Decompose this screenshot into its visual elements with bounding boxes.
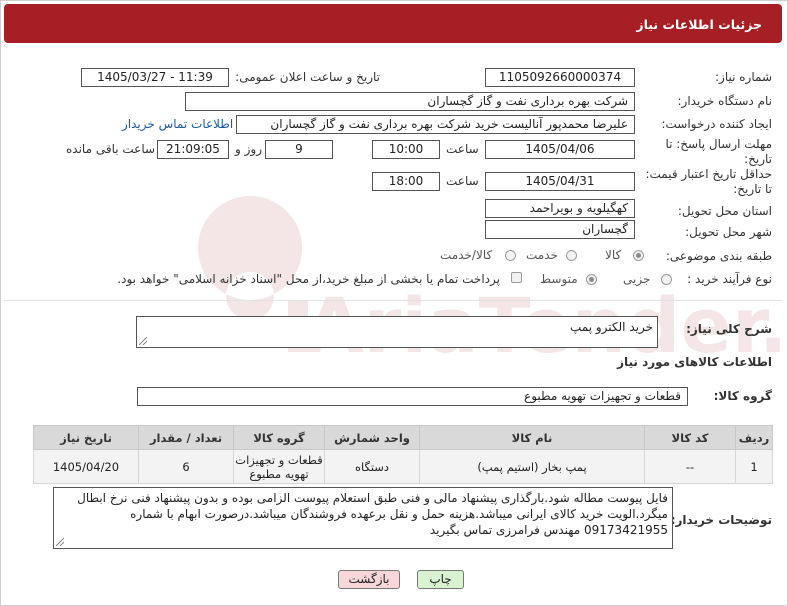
purchase-option-minor: جزیی	[623, 272, 651, 286]
category-radio-goods[interactable]	[633, 250, 644, 261]
resize-grip-icon[interactable]	[56, 538, 64, 546]
remaining-hours-label: ساعت باقی مانده	[66, 142, 156, 156]
treasury-payment-checkbox[interactable]	[511, 272, 522, 283]
announce-datetime-field: 1405/03/27 - 11:39	[81, 68, 229, 87]
col-date-header: تاریخ نیاز	[33, 425, 139, 450]
table-row: 1 -- پمپ بخار (استیم پمپ) دستگاه قطعات و…	[33, 449, 773, 484]
buyer-notes-textarea[interactable]: فایل پیوست مطاله شود.بارگذاری پیشنهاد ما…	[53, 487, 673, 549]
table-header-row: ردیف کد کالا نام کالا واحد شمارش گروه کا…	[33, 425, 773, 450]
purchase-option-medium: متوسط	[540, 272, 578, 286]
need-number-field: 1105092660000374	[485, 68, 635, 87]
reply-time-label: ساعت	[446, 142, 479, 156]
category-radio-goods-service[interactable]	[505, 250, 516, 261]
buyer-notes-text: فایل پیوست مطاله شود.بارگذاری پیشنهاد ما…	[77, 491, 668, 537]
province-label: استان محل تحویل:	[677, 204, 772, 218]
back-button[interactable]: بازگشت	[338, 570, 400, 589]
page-header: جزئیات اطلاعات نیاز	[4, 4, 782, 43]
creator-field: علیرضا محمدپور آنالیست خرید شرکت بهره بر…	[236, 115, 635, 134]
col-group-header: گروه کالا	[233, 425, 325, 450]
items-table: ردیف کد کالا نام کالا واحد شمارش گروه کا…	[33, 425, 773, 484]
cell-name: پمپ بخار (استیم پمپ)	[419, 449, 645, 484]
cell-date: 1405/04/20	[33, 449, 139, 484]
resize-grip-icon[interactable]	[139, 337, 147, 345]
buyer-notes-label: توضیحات خریدار:	[670, 513, 772, 527]
cell-group: قطعات و تجهیزات تهویه مطبوع	[233, 449, 325, 484]
day-and-label: روز و	[235, 142, 262, 156]
description-text: خرید الکترو پمپ	[569, 320, 653, 334]
cell-unit: دستگاه	[324, 449, 420, 484]
col-unit-header: واحد شمارش	[324, 425, 420, 450]
cell-row: 1	[735, 449, 773, 484]
category-option-service: خدمت	[526, 248, 558, 262]
buyer-contact-link[interactable]: اطلاعات تماس خریدار	[122, 117, 233, 131]
category-option-goods: کالا	[605, 248, 622, 262]
description-label: شرح کلی نیاز:	[686, 322, 772, 336]
category-radio-service[interactable]	[566, 250, 577, 261]
cell-code: --	[644, 449, 736, 484]
cell-qty: 6	[138, 449, 234, 484]
goods-group-field: قطعات و تجهیزات تهویه مطبوع	[137, 387, 688, 406]
buyer-org-field: شرکت بهره برداری نفت و گاز گچساران	[185, 92, 635, 111]
remaining-time-field: 21:09:05	[157, 140, 229, 159]
purchase-radio-medium[interactable]	[586, 274, 597, 285]
price-date-field: 1405/04/31	[485, 172, 635, 191]
price-validity-label: حداقل تاریخ اعتبار قیمت: تا تاریخ:	[645, 167, 772, 196]
section-divider	[4, 300, 782, 301]
goods-info-heading: اطلاعات کالاهای مورد نیاز	[617, 355, 772, 369]
creator-label: ایجاد کننده درخواست:	[661, 117, 772, 131]
price-time-field: 18:00	[372, 172, 440, 191]
goods-group-label: گروه کالا:	[713, 389, 772, 403]
city-field: گچساران	[485, 220, 635, 239]
purchase-type-label: نوع فرآیند خرید :	[687, 272, 772, 286]
announce-datetime-label: تاریخ و ساعت اعلان عمومی:	[235, 70, 380, 84]
city-label: شهر محل تحویل:	[685, 225, 772, 239]
col-name-header: نام کالا	[419, 425, 645, 450]
reply-deadline-label: مهلت ارسال پاسخ: تا تاریخ:	[665, 137, 772, 166]
reply-date-field: 1405/04/06	[485, 140, 635, 159]
category-label: طبقه بندی موضوعی:	[665, 249, 772, 263]
col-qty-header: تعداد / مقدار	[138, 425, 234, 450]
need-number-label: شماره نیاز:	[715, 70, 772, 84]
province-field: کهگیلویه و بویراحمد	[485, 199, 635, 218]
purchase-radio-minor[interactable]	[661, 274, 672, 285]
col-row-header: ردیف	[735, 425, 773, 450]
description-textarea[interactable]: خرید الکترو پمپ	[136, 316, 658, 348]
buyer-org-label: نام دستگاه خریدار:	[677, 94, 773, 108]
col-code-header: کد کالا	[644, 425, 736, 450]
print-button[interactable]: چاپ	[417, 570, 464, 589]
reply-days-field: 9	[265, 140, 333, 159]
price-time-label: ساعت	[446, 174, 479, 188]
reply-time-field: 10:00	[372, 140, 440, 159]
treasury-payment-label: پرداخت تمام یا بخشی از مبلغ خرید،از محل …	[117, 272, 500, 286]
category-option-goods-service: کالا/خدمت	[440, 248, 493, 262]
page-title: جزئیات اطلاعات نیاز	[636, 17, 762, 32]
